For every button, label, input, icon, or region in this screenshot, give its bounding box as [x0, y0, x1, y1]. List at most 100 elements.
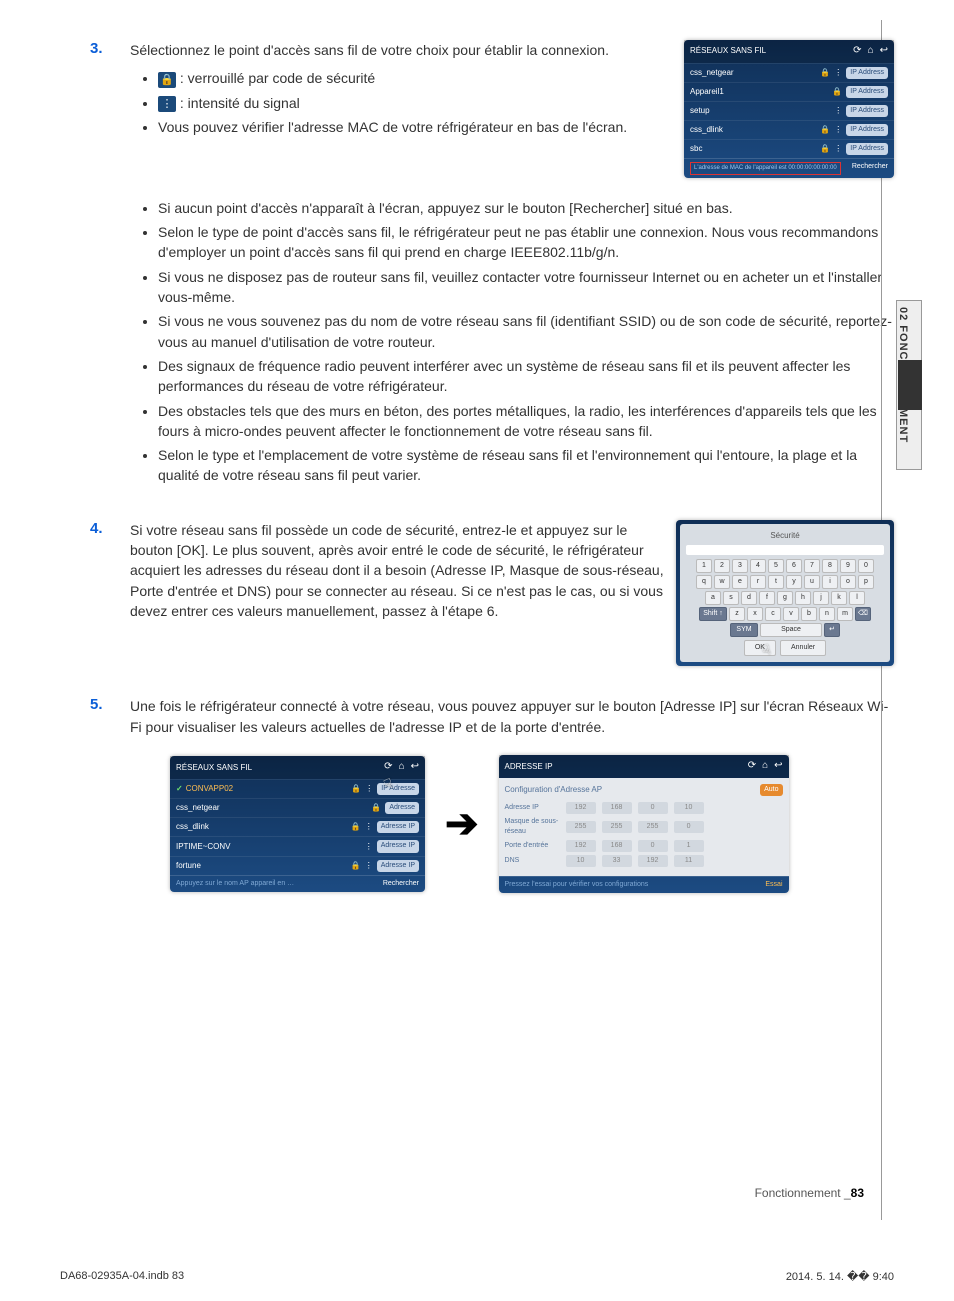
- key[interactable]: t: [768, 575, 784, 589]
- ip-cell[interactable]: 255: [566, 821, 596, 833]
- mock1-row-4-btn[interactable]: IP Address: [846, 143, 888, 155]
- mock1-title: RÉSEAUX SANS FIL: [690, 45, 766, 57]
- home-icon[interactable]: ⌂: [868, 45, 874, 56]
- mock1-row-2-btn[interactable]: IP Address: [846, 105, 888, 117]
- mock1-row-1-name: Appareil1: [690, 86, 724, 98]
- key[interactable]: j: [813, 591, 829, 605]
- backspace-key[interactable]: ⌫: [855, 607, 871, 621]
- mock-left-row-3[interactable]: IPTIME~CONV⋮Adresse IP: [170, 836, 425, 855]
- ip-cell[interactable]: 1: [674, 840, 704, 852]
- key[interactable]: u: [804, 575, 820, 589]
- ip-cell[interactable]: 0: [674, 821, 704, 833]
- key[interactable]: 3: [732, 559, 748, 573]
- mock1-search-button[interactable]: Rechercher: [852, 162, 888, 175]
- mock1-row-3-btn[interactable]: IP Address: [846, 124, 888, 136]
- key[interactable]: 4: [750, 559, 766, 573]
- key[interactable]: x: [747, 607, 763, 621]
- ip-cell[interactable]: 192: [566, 840, 596, 852]
- ip-cell[interactable]: 0: [638, 802, 668, 814]
- step-3-text: Sélectionnez le point d'accès sans fil d…: [130, 42, 609, 58]
- key[interactable]: e: [732, 575, 748, 589]
- refresh-icon[interactable]: ⟳: [853, 45, 861, 56]
- lock-icon: 🔒: [820, 143, 830, 155]
- key[interactable]: l: [849, 591, 865, 605]
- key[interactable]: g: [777, 591, 793, 605]
- ip-cell[interactable]: 33: [602, 855, 632, 867]
- ip-cell[interactable]: 255: [638, 821, 668, 833]
- key[interactable]: 8: [822, 559, 838, 573]
- screenshot-ip-address: ADRESSE IP ⟳⌂↩ Configuration d'Adresse A…: [499, 755, 789, 893]
- key[interactable]: n: [819, 607, 835, 621]
- mock1-row-4[interactable]: sbc🔒⋮IP Address: [684, 139, 894, 158]
- mock1-row-2[interactable]: setup⋮IP Address: [684, 101, 894, 120]
- key[interactable]: 1: [696, 559, 712, 573]
- wifi-icon: ⋮: [365, 841, 373, 853]
- mock1-row-3[interactable]: css_dlink🔒⋮IP Address: [684, 120, 894, 139]
- key[interactable]: b: [801, 607, 817, 621]
- test-button[interactable]: Essai: [765, 880, 782, 890]
- key[interactable]: d: [741, 591, 757, 605]
- ip-config-row: Configuration d'Adresse AP Auto: [505, 784, 783, 796]
- key[interactable]: r: [750, 575, 766, 589]
- key[interactable]: z: [729, 607, 745, 621]
- key[interactable]: i: [822, 575, 838, 589]
- key[interactable]: p: [858, 575, 874, 589]
- ip-cell[interactable]: 192: [638, 855, 668, 867]
- key[interactable]: v: [783, 607, 799, 621]
- keyboard-input[interactable]: [686, 545, 884, 555]
- cancel-button[interactable]: Annuler: [780, 640, 826, 656]
- key[interactable]: a: [705, 591, 721, 605]
- mock-right-footer-hint: Pressez l'essai pour vérifier vos config…: [505, 880, 649, 890]
- shift-key[interactable]: Shift ↑: [699, 607, 727, 621]
- key[interactable]: w: [714, 575, 730, 589]
- key[interactable]: o: [840, 575, 856, 589]
- mock1-row-0-btn[interactable]: IP Address: [846, 67, 888, 79]
- ip-cell[interactable]: 168: [602, 840, 632, 852]
- mock-left-row-1-btn[interactable]: Adresse: [385, 802, 419, 814]
- refresh-icon[interactable]: ⟳: [384, 761, 392, 772]
- key[interactable]: 0: [858, 559, 874, 573]
- home-icon[interactable]: ⌂: [399, 761, 405, 772]
- ip-cell[interactable]: 11: [674, 855, 704, 867]
- back-icon[interactable]: ↩: [411, 761, 419, 772]
- back-icon[interactable]: ↩: [774, 760, 782, 771]
- key[interactable]: 5: [768, 559, 784, 573]
- ip-cell[interactable]: 0: [638, 840, 668, 852]
- refresh-icon[interactable]: ⟳: [748, 760, 756, 771]
- key[interactable]: c: [765, 607, 781, 621]
- ip-cell[interactable]: 255: [602, 821, 632, 833]
- mock-left-row-1[interactable]: css_netgear🔒Adresse: [170, 798, 425, 817]
- ip-cell[interactable]: 10: [674, 802, 704, 814]
- key[interactable]: q: [696, 575, 712, 589]
- key[interactable]: k: [831, 591, 847, 605]
- mock-left-row-2-btn[interactable]: Adresse IP: [377, 821, 419, 833]
- mock-left-row-4-btn[interactable]: Adresse IP: [377, 860, 419, 872]
- mock-left-row-3-btn[interactable]: Adresse IP: [377, 840, 419, 852]
- mock-left-search-button[interactable]: Rechercher: [383, 879, 419, 889]
- key[interactable]: 7: [804, 559, 820, 573]
- space-key[interactable]: Space: [760, 623, 822, 637]
- mock1-row-0[interactable]: css_netgear🔒⋮IP Address: [684, 63, 894, 82]
- key[interactable]: y: [786, 575, 802, 589]
- key[interactable]: 2: [714, 559, 730, 573]
- ip-cell[interactable]: 10: [566, 855, 596, 867]
- mock-left-header-icons: ⟳ ⌂ ↩: [378, 760, 419, 775]
- back-icon[interactable]: ↩: [880, 45, 888, 56]
- auto-button[interactable]: Auto: [760, 784, 782, 796]
- mock1-row-1[interactable]: Appareil1🔒IP Address: [684, 82, 894, 101]
- key[interactable]: m: [837, 607, 853, 621]
- key[interactable]: 6: [786, 559, 802, 573]
- key[interactable]: s: [723, 591, 739, 605]
- key[interactable]: 9: [840, 559, 856, 573]
- ip-cell[interactable]: 168: [602, 802, 632, 814]
- enter-key[interactable]: ↵: [824, 623, 840, 637]
- mock-left-row-2[interactable]: css_dlink🔒⋮Adresse IP: [170, 817, 425, 836]
- ip-cell[interactable]: 192: [566, 802, 596, 814]
- key[interactable]: f: [759, 591, 775, 605]
- step-5-number: 5.: [90, 696, 130, 893]
- home-icon[interactable]: ⌂: [762, 760, 768, 771]
- sym-key[interactable]: SYM: [730, 623, 758, 637]
- mock-left-row-4[interactable]: fortune🔒⋮Adresse IP: [170, 856, 425, 875]
- mock1-row-1-btn[interactable]: IP Address: [846, 86, 888, 98]
- key[interactable]: h: [795, 591, 811, 605]
